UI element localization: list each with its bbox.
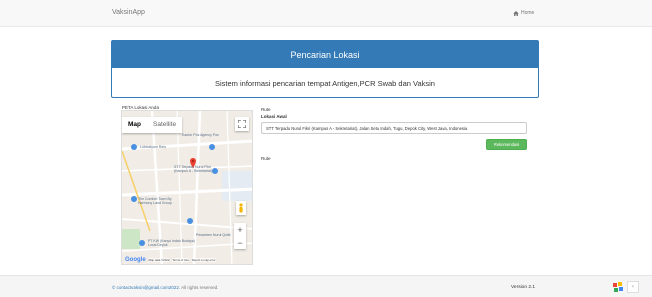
home-label: Home — [521, 10, 535, 16]
map-place-label: Pesantren Nurul Qolbi — [196, 233, 231, 237]
rekomendasi-label: Rekomendasi — [493, 142, 520, 147]
map-place-label: Lobicatyum Rets — [140, 145, 167, 149]
app-corner-logo-icon — [613, 282, 623, 292]
rute-label: Rute — [261, 107, 271, 112]
home-icon — [513, 10, 519, 16]
map-type-map-button[interactable]: Map — [122, 117, 147, 133]
lokasi-awal-input[interactable]: STT Terpadu Nurul Fikri (Kampus A - Sekr… — [261, 122, 527, 134]
home-link[interactable]: Home — [513, 10, 534, 16]
zoom-out-button[interactable]: − — [237, 238, 242, 248]
google-logo: Google — [125, 257, 146, 263]
map-place-label: STT Terpadu Nurul Fikri (Kampus A - Sekr… — [174, 165, 213, 173]
report-error-link[interactable]: Report a map error — [191, 258, 216, 262]
map-type-satellite-button[interactable]: Satellite — [147, 117, 182, 133]
panel-description: Sistem informasi pencarian tempat Antige… — [215, 78, 435, 88]
rights-text: All rights reserved. — [180, 285, 219, 290]
panel-title: Pencarian Lokasi — [290, 49, 360, 60]
version-text: Version 2.1 — [511, 285, 536, 290]
map-type-control: Map Satellite — [122, 117, 183, 133]
pegman-icon — [239, 203, 243, 213]
scroll-top-button[interactable]: ‹ — [627, 281, 639, 293]
zoom-in-button[interactable]: + — [237, 225, 242, 235]
brand-link[interactable]: VaksinApp — [112, 9, 145, 16]
map-data-text: Map data ©2022 — [148, 258, 170, 262]
rekomendasi-button[interactable]: Rekomendasi — [486, 139, 527, 150]
fullscreen-icon — [238, 120, 246, 128]
panel-heading: Pencarian Lokasi — [112, 41, 538, 68]
contact-email-link[interactable]: © contactvaksin@gmail.com2022. — [112, 285, 180, 290]
page-footer: © contactvaksin@gmail.com2022. All right… — [0, 275, 652, 297]
route-form: Rute Lokasi Awal STT Terpadu Nurul Fikri… — [261, 107, 527, 161]
lokasi-awal-value: STT Terpadu Nurul Fikri (Kampus A - Sekr… — [266, 125, 468, 131]
street-view-pegman[interactable] — [236, 201, 246, 215]
panel-body: Sistem informasi pencarian tempat Antige… — [112, 68, 538, 98]
fullscreen-button[interactable] — [235, 117, 249, 131]
chevron-left-icon: ‹ — [632, 284, 634, 290]
map-place-label: PT KW (Kanyo Indah Budaya) Local Depok — [148, 239, 195, 247]
search-panel: Pencarian Lokasi Sistem informasi pencar… — [111, 40, 539, 98]
copyright: © contactvaksin@gmail.com2022. All right… — [112, 285, 218, 290]
map-place-label: Kantor Pos Agency Pos — [182, 133, 219, 137]
zoom-control: + − — [234, 223, 246, 249]
map-footer: Google Map data ©2022 Terms of Use Repor… — [122, 256, 252, 264]
rute-result-label: Rute — [261, 156, 271, 161]
terms-link[interactable]: Terms of Use — [172, 258, 189, 262]
lokasi-awal-label: Lokasi Awal — [261, 114, 287, 119]
map-place-label: The Comfort Town By Harmony Land Group — [138, 197, 172, 205]
google-map[interactable]: Map Satellite Kantor Pos Agency Pos Lobi… — [121, 110, 253, 265]
navbar: VaksinApp Home — [0, 0, 652, 27]
